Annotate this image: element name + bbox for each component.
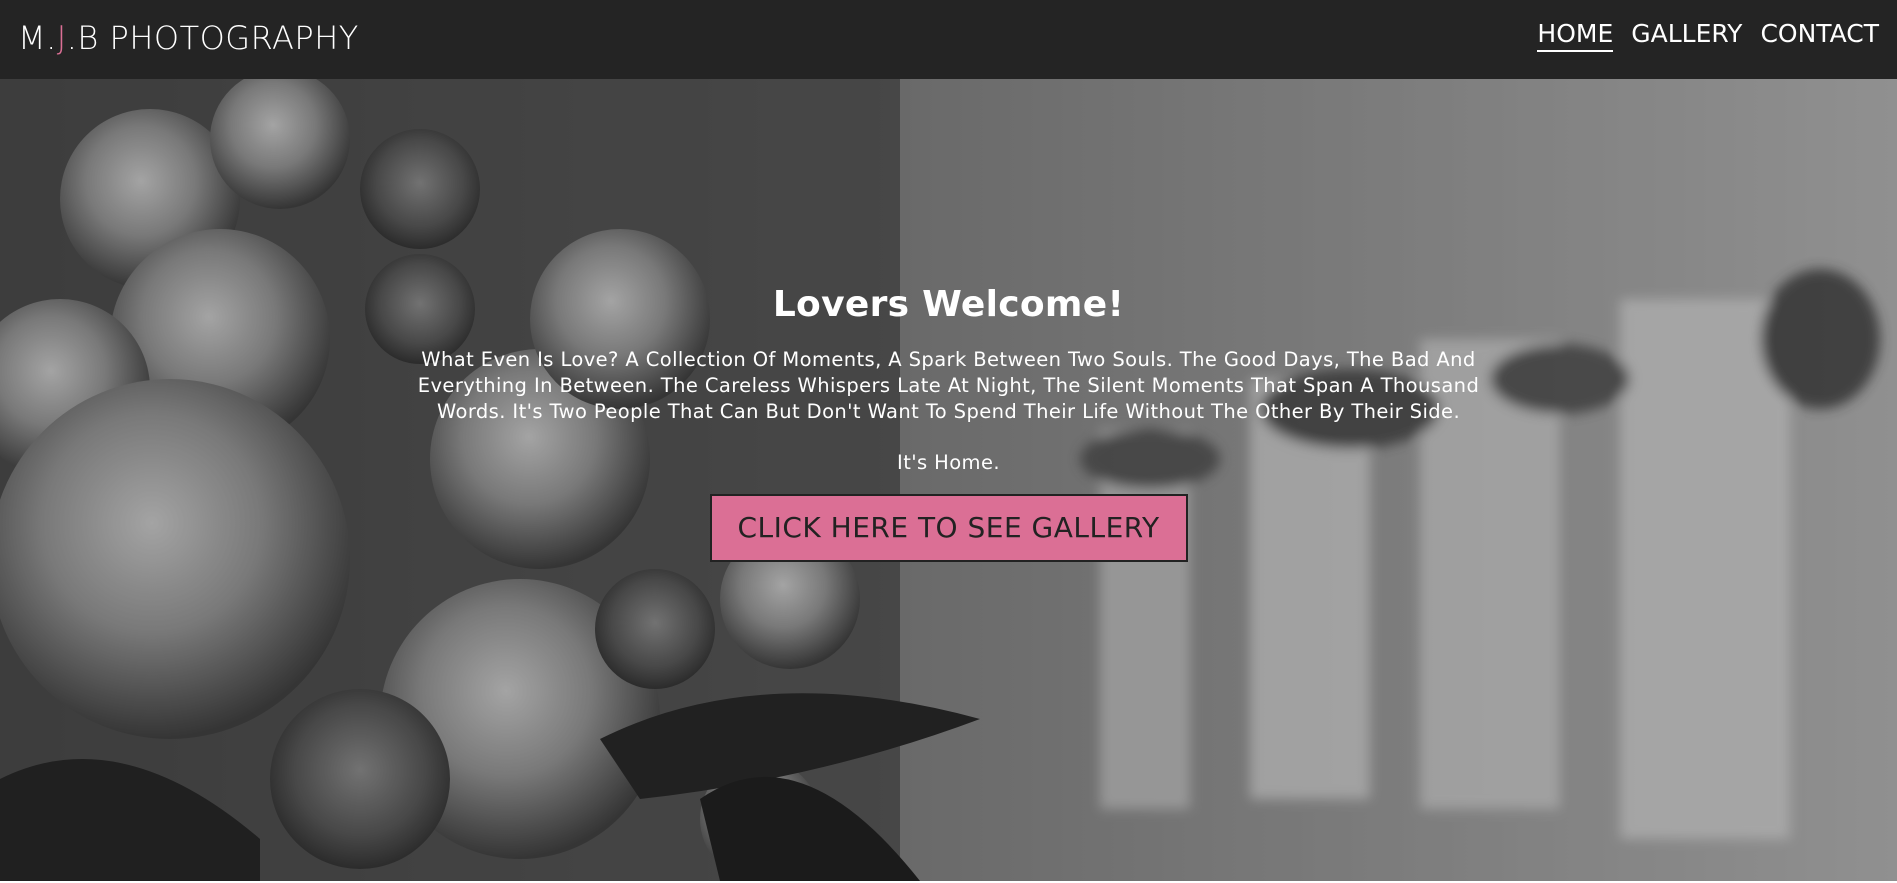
top-navbar: M.J.B PHOTOGRAPHY HOME GALLERY CONTACT [0, 0, 1897, 79]
site-logo[interactable]: M.J.B PHOTOGRAPHY [18, 19, 359, 57]
nav-menu: HOME GALLERY CONTACT [1537, 19, 1879, 52]
nav-contact-link[interactable]: CONTACT [1760, 19, 1879, 52]
nav-gallery-link[interactable]: GALLERY [1631, 19, 1742, 52]
hero-section: Lovers Welcome! What Even Is Love? A Col… [0, 79, 1897, 881]
see-gallery-button[interactable]: CLICK HERE TO SEE GALLERY [709, 494, 1188, 562]
hero-title: Lovers Welcome! [772, 284, 1125, 325]
hero-content: Lovers Welcome! What Even Is Love? A Col… [0, 284, 1897, 562]
logo-prefix: M. [18, 19, 57, 57]
hero-paragraph: What Even Is Love? A Collection Of Momen… [417, 348, 1480, 423]
logo-suffix: .B PHOTOGRAPHY [66, 19, 359, 57]
hero-subtext: It's Home. [897, 451, 1000, 474]
nav-home-link[interactable]: HOME [1537, 19, 1614, 52]
logo-accent: J [56, 19, 67, 57]
